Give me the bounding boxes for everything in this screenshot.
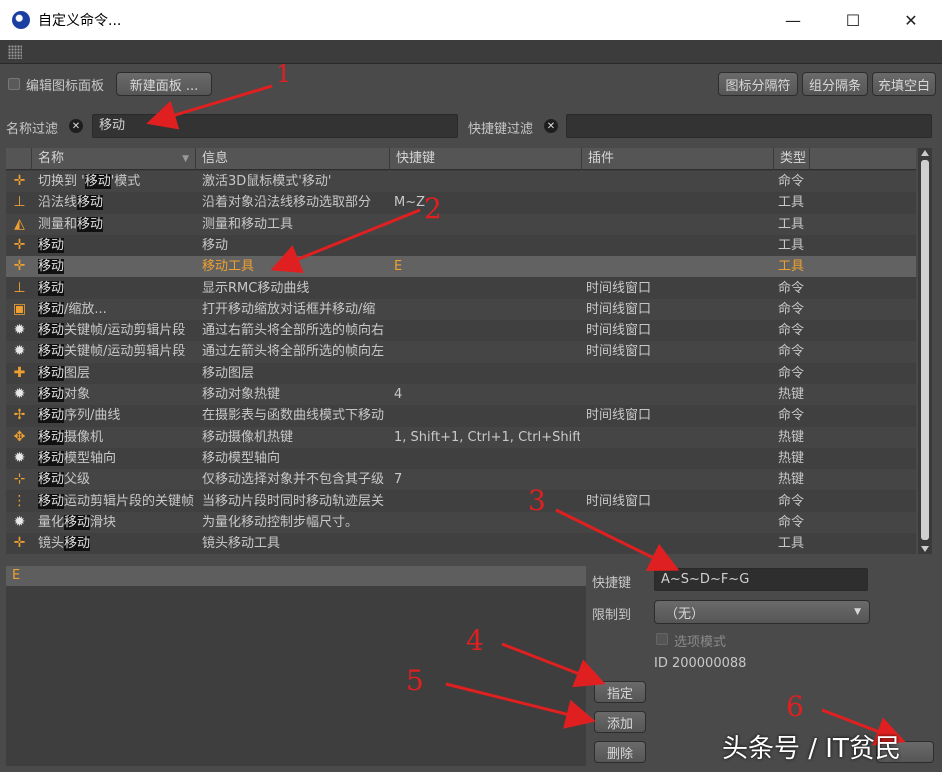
annotation-number-5: 5 (406, 664, 424, 697)
annotation-arrow-2 (270, 208, 421, 273)
annotation-number-2: 2 (424, 192, 442, 225)
annotation-arrow-4 (501, 642, 606, 688)
annotation-number-1: 1 (276, 60, 292, 88)
annotation-arrow-5 (445, 682, 596, 729)
annotation-number-4: 4 (466, 624, 484, 657)
annotation-number-6: 6 (786, 690, 804, 723)
annotation-arrow-3 (555, 508, 680, 571)
watermark: 头条号 / IT贫民 (722, 734, 901, 764)
annotation-arrow-1 (146, 84, 273, 130)
annotation-number-3: 3 (528, 484, 546, 517)
